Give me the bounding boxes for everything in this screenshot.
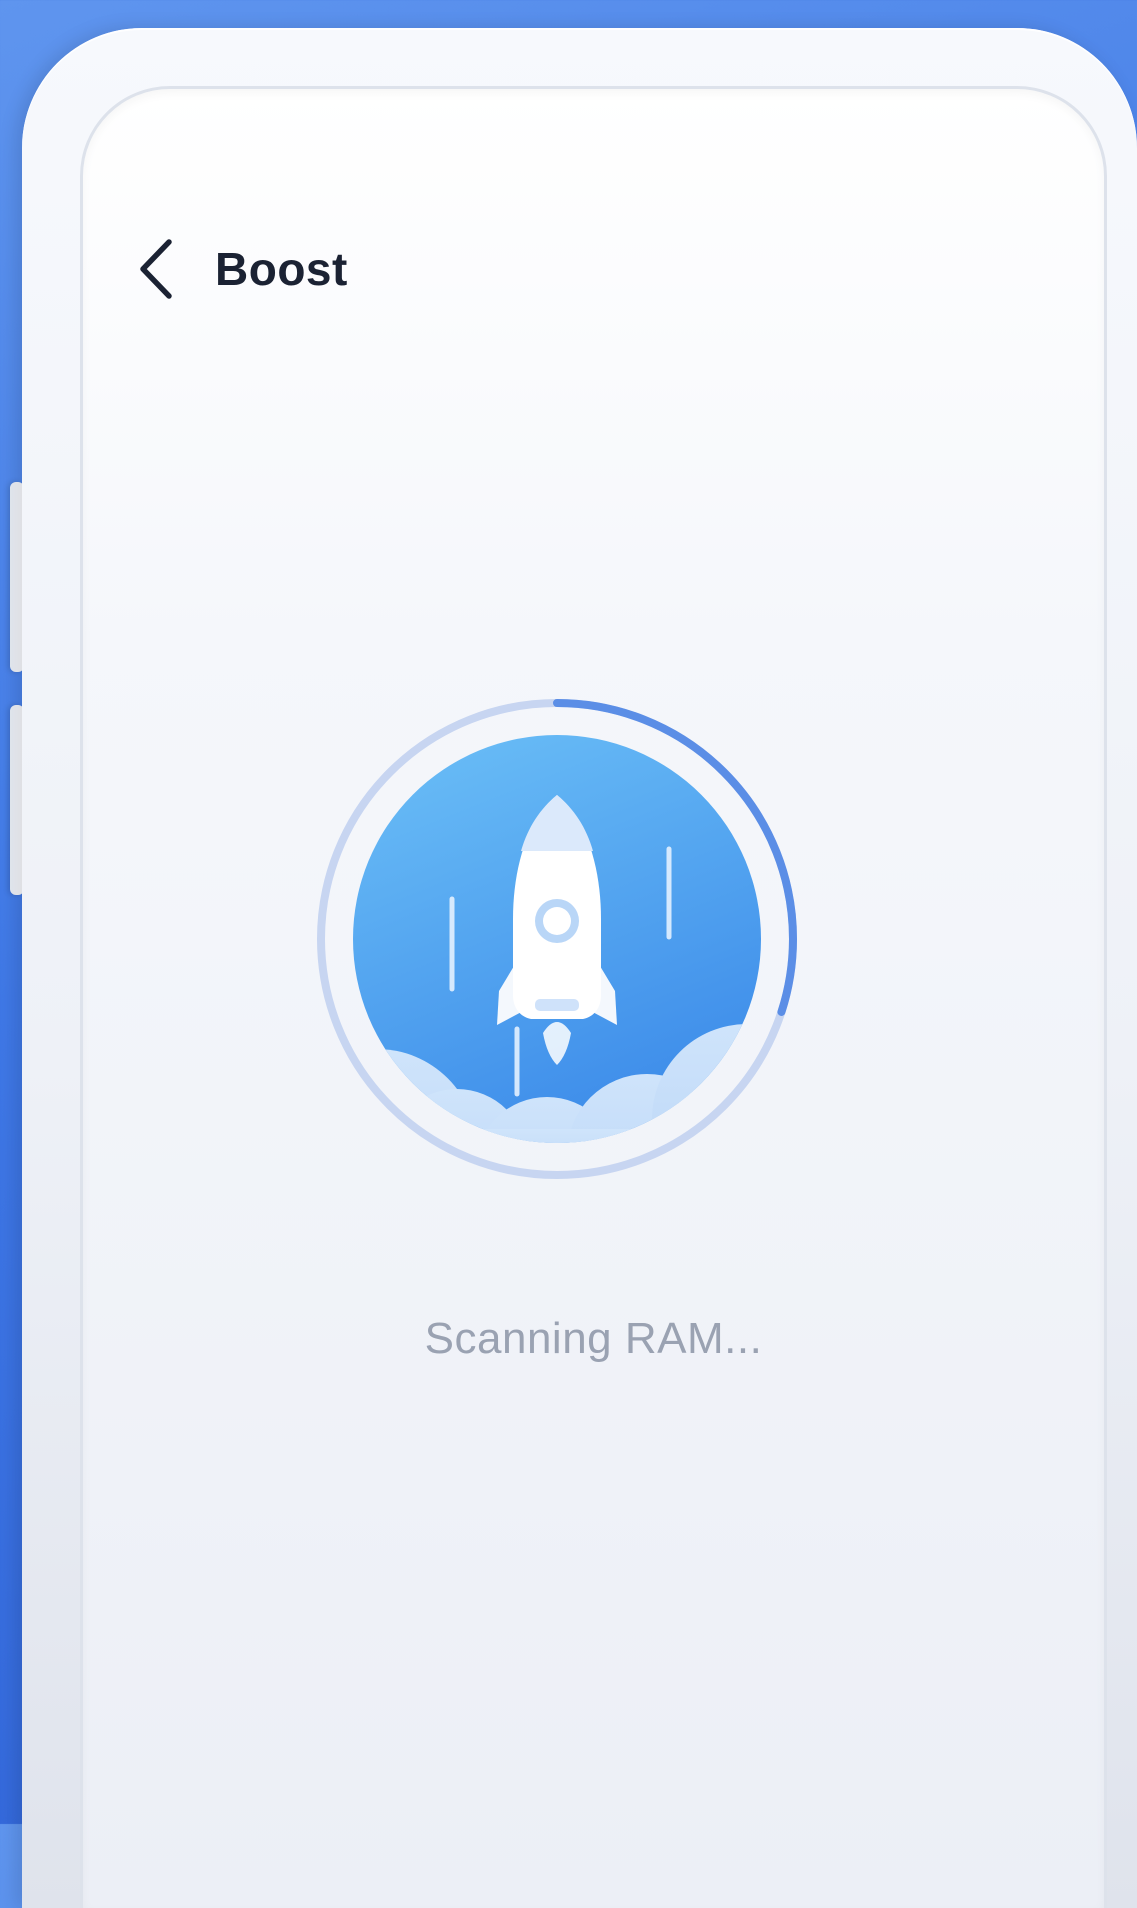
scan-graphic [317,699,797,1179]
page-title: Boost [215,243,348,295]
scan-indicator [317,699,797,1179]
scan-status-text: Scanning RAM... [424,1314,763,1363]
app-header: Boost [135,229,348,309]
back-button[interactable] [135,234,195,304]
app-screen: Boost Scanning RAM... [80,86,1107,1908]
chevron-left-icon [140,239,172,299]
phone-frame: Boost Scanning RAM... [22,28,1137,1908]
